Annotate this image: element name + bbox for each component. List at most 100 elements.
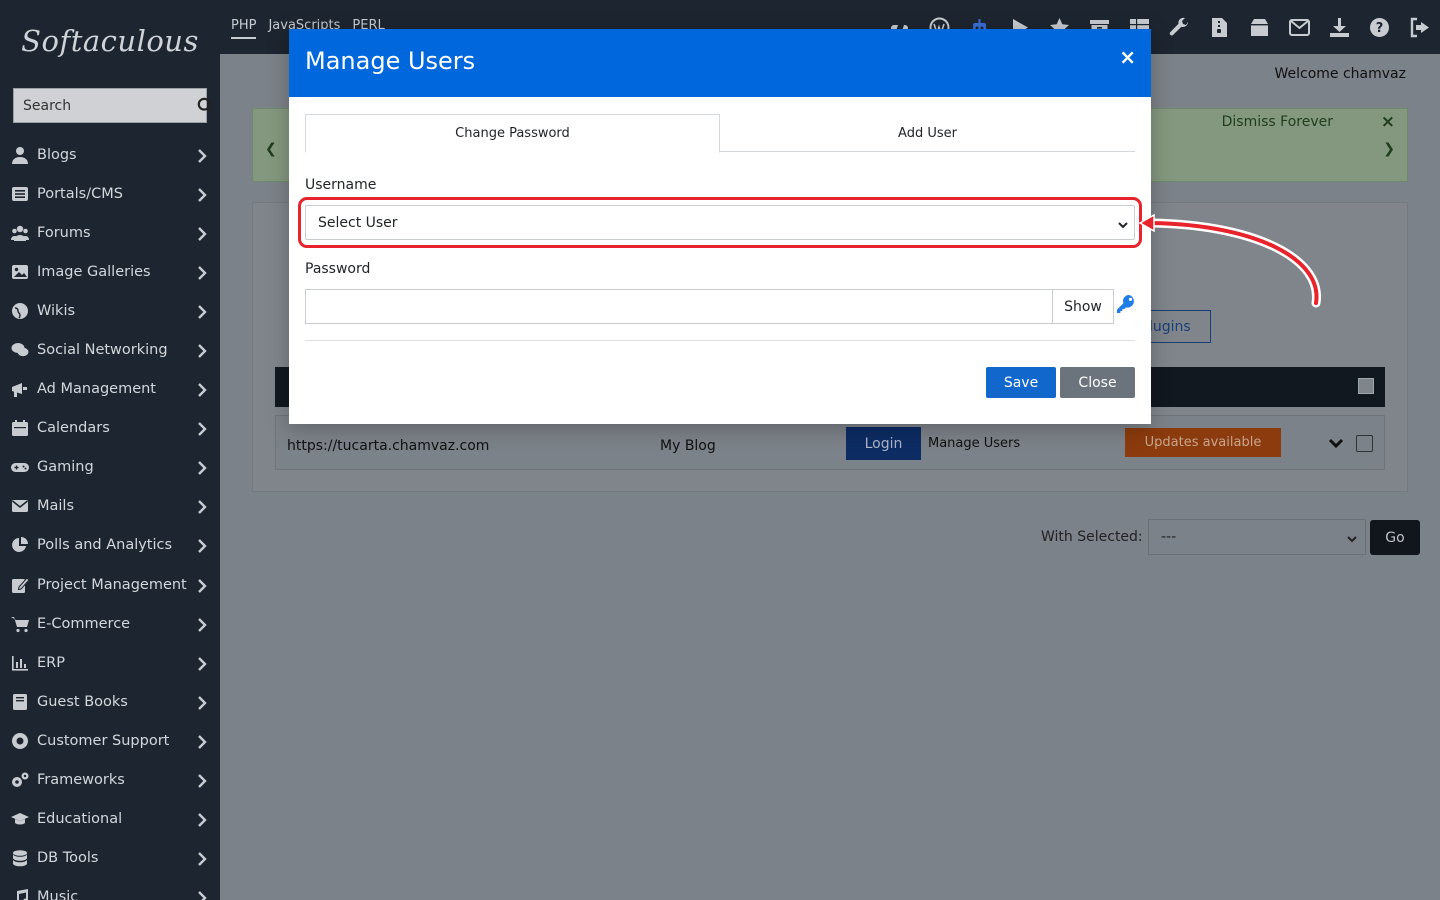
manage-users-modal: Manage Users × Change Password Add User … xyxy=(289,29,1151,424)
select-all-checkbox[interactable] xyxy=(1358,378,1374,394)
file-zip-icon[interactable] xyxy=(1206,16,1232,38)
box-icon[interactable] xyxy=(1246,16,1272,38)
sidebar-item-label: Gaming xyxy=(37,459,94,476)
chevron-right-icon[interactable]: ❯ xyxy=(1383,141,1395,157)
sidebar-item-label: Music xyxy=(37,889,79,900)
username-select[interactable]: Select User xyxy=(305,205,1135,240)
sidebar-item-label: ERP xyxy=(37,654,65,671)
wrench-icon[interactable] xyxy=(1166,16,1192,38)
logout-icon[interactable] xyxy=(1406,16,1432,38)
sidebar-item-customer-support[interactable]: Customer Support xyxy=(0,721,220,760)
chevron-right-icon xyxy=(197,851,207,867)
pie-chart-icon xyxy=(9,536,31,554)
login-button[interactable]: Login xyxy=(846,427,921,460)
bullhorn-icon xyxy=(9,380,31,398)
chevron-down-icon xyxy=(1118,218,1128,229)
sidebar: Softaculous Blogs Portals/CMS Forums Image … xyxy=(0,0,220,900)
sidebar-item-label: E-Commerce xyxy=(37,615,131,632)
sidebar-item-polls-and-analytics[interactable]: Polls and Analytics xyxy=(0,526,220,565)
sidebar-item-music[interactable]: Music xyxy=(0,878,220,900)
modal-header: Manage Users × xyxy=(289,29,1151,97)
close-icon[interactable]: × xyxy=(1381,112,1395,132)
list-icon xyxy=(9,185,31,203)
help-icon[interactable]: ? xyxy=(1366,16,1392,38)
modal-divider xyxy=(305,340,1135,341)
password-input[interactable] xyxy=(306,290,1052,323)
sidebar-item-ad-management[interactable]: Ad Management xyxy=(0,370,220,409)
sidebar-item-frameworks[interactable]: Frameworks xyxy=(0,761,220,800)
chevron-right-icon xyxy=(197,343,207,358)
comments-icon xyxy=(9,341,31,359)
sidebar-item-forums[interactable]: Forums xyxy=(0,213,220,252)
sidebar-item-image-galleries[interactable]: Image Galleries xyxy=(0,252,220,291)
cart-icon xyxy=(9,615,31,633)
sidebar-item-erp[interactable]: ERP xyxy=(0,643,220,682)
tab-change-password[interactable]: Change Password xyxy=(305,114,720,153)
sidebar-item-blogs[interactable]: Blogs xyxy=(0,135,220,174)
sidebar-item-label: Blogs xyxy=(37,146,77,163)
manage-users-link[interactable]: Manage Users xyxy=(928,436,1020,451)
edit-icon xyxy=(9,576,31,594)
welcome-text: Welcome chamvaz xyxy=(1274,66,1407,82)
sidebar-item-label: Guest Books xyxy=(37,693,128,710)
sidebar-item-label: Forums xyxy=(37,224,91,241)
close-button[interactable]: Close xyxy=(1060,367,1135,398)
chevron-right-icon xyxy=(197,890,207,900)
go-button[interactable]: Go xyxy=(1370,520,1420,555)
key-icon[interactable] xyxy=(1116,294,1136,314)
sidebar-item-label: Frameworks xyxy=(37,772,125,789)
chevron-right-icon xyxy=(197,812,207,827)
image-icon xyxy=(9,263,31,281)
sidebar-search xyxy=(13,88,215,123)
globe-icon xyxy=(9,302,31,320)
sidebar-item-e-commerce[interactable]: E-Commerce xyxy=(0,604,220,643)
sidebar-item-label: Ad Management xyxy=(37,381,156,398)
save-button[interactable]: Save xyxy=(986,367,1056,398)
show-password-button[interactable]: Show xyxy=(1052,290,1113,323)
installation-name: My Blog xyxy=(660,438,716,454)
sidebar-item-label: Mails xyxy=(37,498,75,515)
sidebar-item-calendars[interactable]: Calendars xyxy=(0,409,220,448)
sidebar-item-portals-cms[interactable]: Portals/CMS xyxy=(0,174,220,213)
annotation-arrow xyxy=(1138,213,1321,308)
sidebar-item-label: Project Management xyxy=(37,576,187,593)
chevron-right-icon xyxy=(197,460,207,476)
updates-available-button[interactable]: Updates available xyxy=(1125,428,1281,457)
sidebar-item-gaming[interactable]: Gaming xyxy=(0,448,220,487)
sidebar-item-guest-books[interactable]: Guest Books xyxy=(0,682,220,721)
row-checkbox[interactable] xyxy=(1356,435,1373,452)
softaculous-logo[interactable]: Softaculous xyxy=(0,0,220,82)
sidebar-item-label: Educational xyxy=(37,811,123,828)
chevron-right-icon xyxy=(197,734,207,749)
sidebar-item-db-tools[interactable]: DB Tools xyxy=(0,839,220,878)
search-input[interactable] xyxy=(14,89,197,122)
users-icon xyxy=(9,224,31,242)
chevron-right-icon xyxy=(197,578,207,593)
sidebar-item-project-management[interactable]: Project Management xyxy=(0,565,220,604)
with-selected-select[interactable]: --- xyxy=(1148,519,1366,555)
tab-php[interactable]: PHP xyxy=(231,18,257,39)
sidebar-item-mails[interactable]: Mails xyxy=(0,487,220,526)
tab-add-user[interactable]: Add User xyxy=(720,114,1135,152)
sidebar-item-label: Image Galleries xyxy=(37,263,151,280)
chevron-left-icon[interactable]: ❮ xyxy=(265,141,277,157)
dismiss-forever-link[interactable]: Dismiss Forever xyxy=(1222,114,1333,130)
sidebar-item-label: Calendars xyxy=(37,420,110,437)
chevron-down-icon xyxy=(1347,532,1357,543)
search-icon[interactable] xyxy=(197,89,215,122)
graduation-cap-icon xyxy=(9,810,31,828)
sidebar-item-wikis[interactable]: Wikis xyxy=(0,291,220,330)
download-icon[interactable] xyxy=(1326,16,1352,38)
envelope-icon[interactable] xyxy=(1286,16,1312,38)
bar-chart-icon xyxy=(9,654,31,672)
close-icon[interactable]: × xyxy=(1119,45,1136,69)
sidebar-item-label: Social Networking xyxy=(37,342,168,359)
sidebar-item-educational[interactable]: Educational xyxy=(0,800,220,839)
music-icon xyxy=(9,888,31,900)
with-selected-value: --- xyxy=(1161,529,1177,545)
installation-url[interactable]: https://tucarta.chamvaz.com xyxy=(287,438,489,454)
chevron-right-icon xyxy=(197,265,207,280)
book-icon xyxy=(9,693,31,711)
chevron-down-icon[interactable] xyxy=(1327,434,1345,452)
sidebar-item-social-networking[interactable]: Social Networking xyxy=(0,330,220,369)
